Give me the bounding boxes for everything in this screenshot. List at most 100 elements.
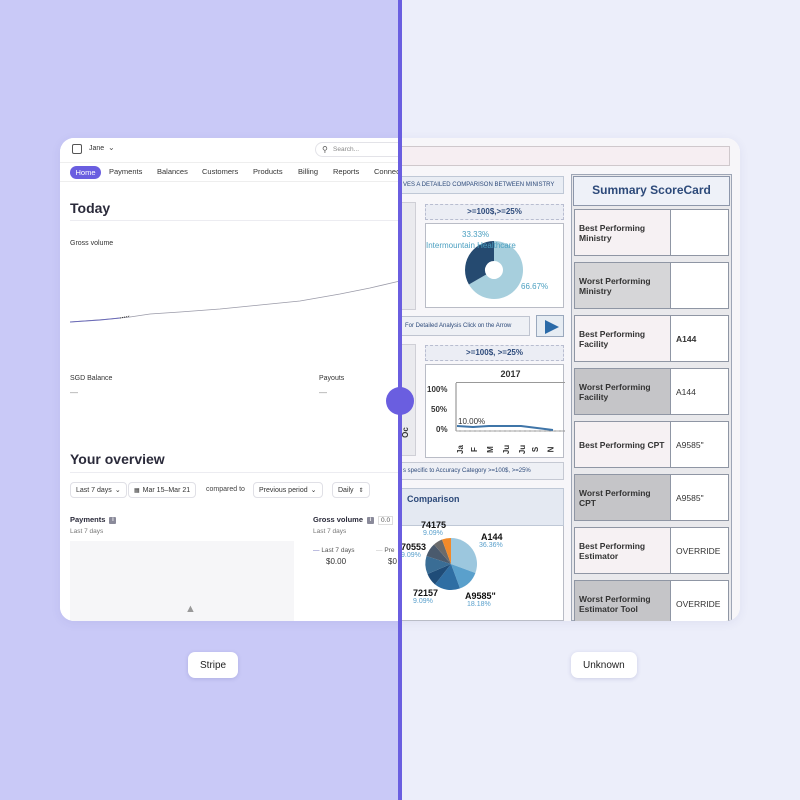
updown-icon: ⇕ <box>358 487 364 494</box>
payments-card-title: Payments i <box>70 515 117 524</box>
scorecard-value-worst-ministry <box>670 262 729 309</box>
nav-item-products[interactable]: Products <box>253 167 283 176</box>
gross-volume-card-subtitle: Last 7 days <box>313 528 347 535</box>
line-chart <box>455 383 565 432</box>
panel2-header: >=100$, >=25% <box>425 345 564 361</box>
dashboard-topbar <box>400 146 730 166</box>
range-select-label: Last 7 days <box>76 486 112 494</box>
y-tick-0: 0% <box>436 425 448 434</box>
interval-select[interactable]: Daily ⇕ <box>332 482 370 498</box>
main-nav: Home Payments Balances Customers Product… <box>60 162 400 182</box>
legend-current-label: Last 7 days <box>321 547 355 554</box>
compared-to-label: compared to <box>206 486 245 493</box>
chevron-down-icon: ⌄ <box>310 487 317 494</box>
scorecard-label-worst-cpt: Worst Performing CPT <box>574 474 671 521</box>
gross-volume-chart <box>70 280 400 323</box>
point-label: 10.00% <box>458 417 486 426</box>
pie-label-74175: 74175 <box>421 520 447 530</box>
x-tick-4: Ju <box>518 444 528 455</box>
ring-label-bottom: 66.67% <box>521 282 549 291</box>
chart-year: 2017 <box>456 365 565 383</box>
left-axis-tick: Oc <box>400 427 410 438</box>
scorecard-value-best-facility: A144 <box>670 315 729 362</box>
account-name[interactable]: Jane <box>89 145 104 152</box>
gross-volume-card-title: Gross volume i 0.0 <box>313 515 394 525</box>
account-icon <box>72 144 82 154</box>
dashboard-pane: VES A DETAILED COMPARISON BETWEEN MINIST… <box>400 138 740 621</box>
scorecard-label-worst-ministry: Worst Performing Ministry <box>574 262 671 309</box>
y-tick-50: 50% <box>431 405 448 414</box>
ring-chart <box>465 241 524 299</box>
payouts-value: — <box>319 388 327 397</box>
range-select[interactable]: Last 7 days ⌄ <box>70 482 127 498</box>
panel1-header: >=100$,>=25% <box>425 204 564 220</box>
nav-item-payments[interactable]: Payments <box>109 167 142 176</box>
comparison-select[interactable]: Previous period ⌄ <box>253 482 323 498</box>
legend-current: — Last 7 days <box>313 547 355 554</box>
comparison-panel: 74175 9.09% 70553 9.09% A144 36.36% 7215… <box>400 520 564 621</box>
gross-card-title-text: Gross volume <box>313 515 364 524</box>
accuracy-category-bar: s specific to Accuracy Category >=100$, … <box>400 462 564 480</box>
nav-item-billing[interactable]: Billing <box>298 167 318 176</box>
info-icon[interactable]: i <box>109 517 117 524</box>
nav-item-connect[interactable]: Connect <box>374 167 400 176</box>
play-arrow-button[interactable] <box>536 315 564 337</box>
x-tick-5: S <box>531 446 541 453</box>
gross-volume-previous-value: $0 <box>388 557 397 566</box>
date-range-picker[interactable]: ▦ Mar 15–Mar 21 <box>128 482 197 498</box>
scorecard-label-best-estimator: Best Performing Estimator <box>574 527 671 574</box>
stripe-pane: Jane ⌄ ⚲ Search... Home Payments Balance… <box>60 138 400 621</box>
pie-pct-72157: 9.09% <box>413 598 433 605</box>
chevron-down-icon[interactable]: ⌄ <box>108 143 115 152</box>
pie-label-a144: A144 <box>481 532 503 542</box>
pie-label-72157: 72157 <box>413 588 439 598</box>
scorecard-value-worst-cpt: A9585" <box>670 474 729 521</box>
x-tick-6: N <box>546 446 556 453</box>
legend-previous-label: Pre <box>384 547 395 554</box>
x-tick-2: M <box>485 446 495 453</box>
scorecard-label-best-cpt: Best Performing CPT <box>574 421 671 468</box>
legend-previous: — Pre <box>376 547 395 554</box>
nav-item-home[interactable]: Home <box>70 166 101 179</box>
nav-item-customers[interactable]: Customers <box>202 167 238 176</box>
comparison-pie-chart <box>425 537 478 591</box>
scorecard-label-best-facility: Best Performing Facility <box>574 315 671 362</box>
pie-pct-70553: 9.09% <box>401 552 421 559</box>
x-tick-3: Ju <box>502 444 512 455</box>
comparison-select-label: Previous period <box>259 486 308 494</box>
scorecard-label-worst-estimator: Worst Performing Estimator Tool <box>574 580 671 621</box>
scorecard-value-best-ministry <box>670 209 729 256</box>
split-handle[interactable] <box>386 387 414 415</box>
info-icon[interactable]: i <box>367 517 375 524</box>
sgd-balance-value: — <box>70 388 78 397</box>
pie-pct-74175: 9.09% <box>423 530 443 537</box>
interval-select-label: Daily <box>338 486 354 494</box>
pie-label-a9585: A9585" <box>465 591 496 601</box>
chevron-down-icon: ⌄ <box>114 487 121 494</box>
scorecard-value-best-estimator: OVERRIDE <box>670 527 729 574</box>
change-badge: 0.0 <box>378 516 394 525</box>
divider <box>70 220 400 221</box>
pie-label-70553: 70553 <box>401 542 427 552</box>
gross-volume-line <box>70 280 400 323</box>
scorecard-title: Summary ScoreCard <box>573 176 730 206</box>
sgd-balance-label: SGD Balance <box>70 375 113 382</box>
search-placeholder: Search... <box>333 146 360 153</box>
overview-title: Your overview <box>70 451 165 467</box>
nav-item-reports[interactable]: Reports <box>333 167 359 176</box>
calendar-icon: ▦ <box>134 487 140 494</box>
nav-item-balances[interactable]: Balances <box>157 167 188 176</box>
page-title: Today <box>70 200 111 216</box>
search-input[interactable]: ⚲ Search... <box>315 142 400 157</box>
label-stripe: Stripe <box>188 652 239 678</box>
scorecard-label-best-ministry: Best Performing Ministry <box>574 209 671 256</box>
ring-label-top: 33.33% <box>462 230 490 239</box>
payments-title-text: Payments <box>70 515 106 524</box>
gross-volume-current-value: $0.00 <box>326 557 347 566</box>
scorecard-label-worst-facility: Worst Performing Facility <box>574 368 671 415</box>
x-tick-0: Ja <box>455 445 465 454</box>
series-line <box>456 425 554 431</box>
ring-label-name: Intermountain Healthcare <box>426 241 516 250</box>
payments-chart-area: ▲ <box>70 541 294 621</box>
payouts-label: Payouts <box>319 375 345 382</box>
